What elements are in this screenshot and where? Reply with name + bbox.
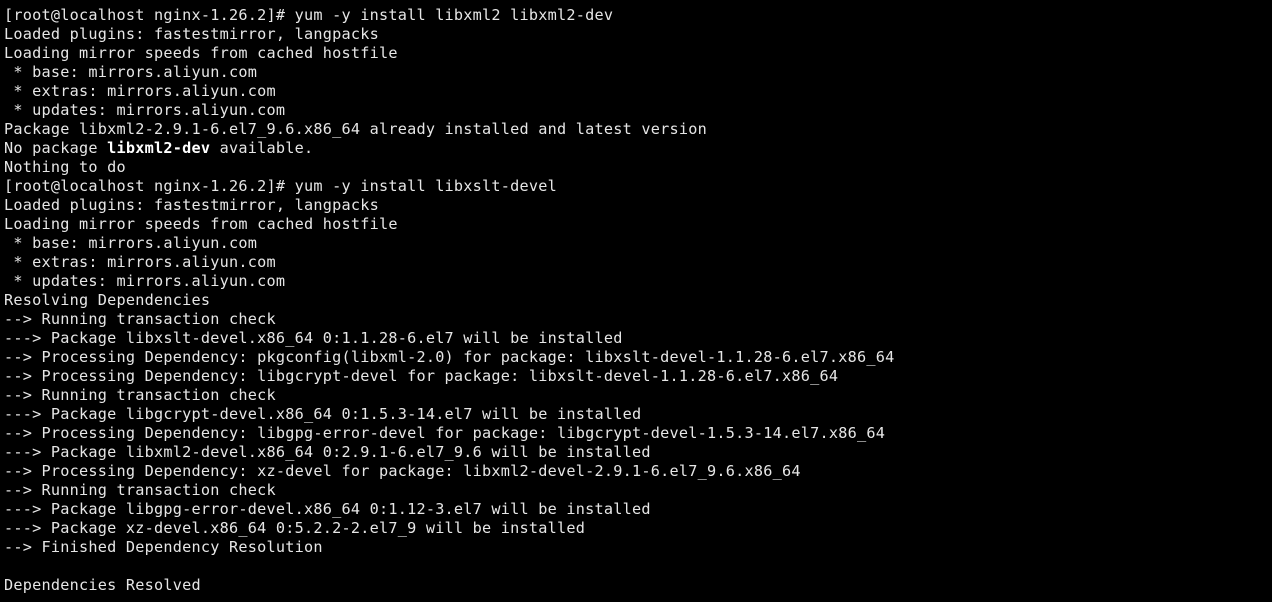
terminal-line: * updates: mirrors.aliyun.com (4, 101, 286, 119)
terminal-line: Nothing to do (4, 158, 126, 176)
terminal-line: ---> Package libxslt-devel.x86_64 0:1.1.… (4, 329, 623, 347)
terminal-output-pane[interactable]: [root@localhost nginx-1.26.2]# yum -y in… (0, 0, 1272, 602)
terminal-line: --> Finished Dependency Resolution (4, 538, 323, 556)
terminal-emphasis: libxml2-dev (107, 139, 211, 157)
terminal-line: Package libxml2-2.9.1-6.el7_9.6.x86_64 a… (4, 120, 708, 138)
terminal-line: Dependencies Resolved (4, 576, 201, 594)
terminal-line: Loading mirror speeds from cached hostfi… (4, 44, 398, 62)
terminal-line: ---> Package libgpg-error-devel.x86_64 0… (4, 500, 651, 518)
terminal-line: Loaded plugins: fastestmirror, langpacks (4, 25, 379, 43)
terminal-line: ---> Package xz-devel.x86_64 0:5.2.2-2.e… (4, 519, 586, 537)
terminal-line: * extras: mirrors.aliyun.com (4, 82, 276, 100)
terminal-line: No package libxml2-dev available. (4, 139, 314, 157)
terminal-line: --> Running transaction check (4, 386, 276, 404)
terminal-line: ---> Package libgcrypt-devel.x86_64 0:1.… (4, 405, 642, 423)
terminal-line: [root@localhost nginx-1.26.2]# yum -y in… (4, 177, 558, 195)
terminal-line: --> Processing Dependency: libgpg-error-… (4, 424, 886, 442)
terminal-line: * base: mirrors.aliyun.com (4, 63, 258, 81)
terminal-line: --> Running transaction check (4, 310, 276, 328)
terminal-line: ---> Package libxml2-devel.x86_64 0:2.9.… (4, 443, 651, 461)
terminal-line: [root@localhost nginx-1.26.2]# yum -y in… (4, 6, 614, 24)
terminal-line: * base: mirrors.aliyun.com (4, 234, 258, 252)
terminal-line: --> Running transaction check (4, 481, 276, 499)
terminal-line: Resolving Dependencies (4, 291, 211, 309)
terminal-line: --> Processing Dependency: xz-devel for … (4, 462, 801, 480)
terminal-line: --> Processing Dependency: pkgconfig(lib… (4, 348, 895, 366)
terminal-line: * updates: mirrors.aliyun.com (4, 272, 286, 290)
terminal-line: --> Processing Dependency: libgcrypt-dev… (4, 367, 839, 385)
terminal-line: Loaded plugins: fastestmirror, langpacks (4, 196, 379, 214)
terminal-line: * extras: mirrors.aliyun.com (4, 253, 276, 271)
terminal-line: Loading mirror speeds from cached hostfi… (4, 215, 398, 233)
